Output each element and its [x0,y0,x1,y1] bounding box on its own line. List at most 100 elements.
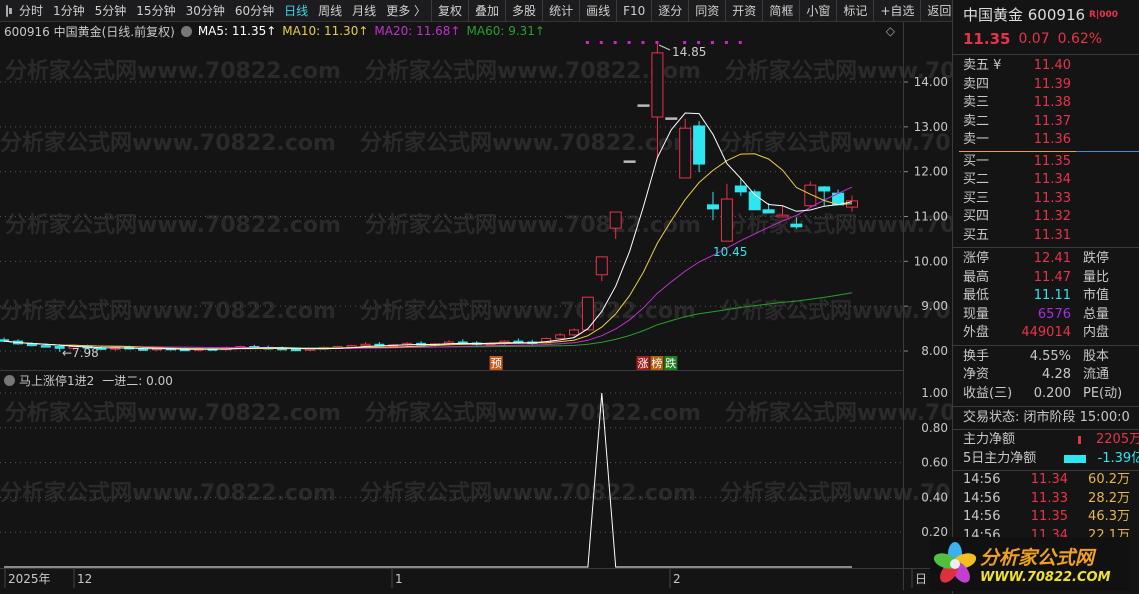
stat-label-2: 内盘 [1083,325,1110,340]
stat-label: 净资 [963,367,990,382]
timeframe-tab-8[interactable]: 月线 [347,0,381,22]
candle [623,160,636,163]
timeframe-tab-5[interactable]: 60分钟 [230,0,279,22]
ask-label: 卖四 [963,76,990,92]
bid-label: 买三 [963,190,990,206]
watermark-text: 分析家公式网www.70822.com [5,58,341,84]
price-axis-label: 11.00 [914,210,948,224]
stats-row: 最低 11.11 市值 [953,287,1139,306]
limit-up-dot [641,41,645,44]
toolbar-button-4[interactable]: 画线 [579,0,616,22]
stats2-list: 换手 4.55% 股本 净资 4.28 流通 收益(三) 0.200 PE(动) [953,348,1139,404]
candle [555,333,566,340]
stat-value: 449014 [1021,325,1071,340]
ask-label: 卖一 [963,132,990,147]
toolbar-button-12[interactable]: +自选 [873,0,920,22]
watermark-text: 分析家公式网www.70822.com [360,130,696,156]
ask-price: 11.37 [1033,113,1071,129]
logo-text: 分析家公式网 [980,547,1095,569]
bid-label: 买五 [963,227,990,243]
marker-bang: 榜 [651,356,662,370]
stat-value: 11.11 [1033,288,1071,303]
stat-label: 外盘 [963,325,990,340]
diamond-icon[interactable]: ◇ [886,24,895,38]
toolbar-button-10[interactable]: 小窗 [799,0,836,22]
candle [707,191,719,221]
timeframe-tab-7[interactable]: 周线 [313,0,347,22]
date-label: 2025年 [8,572,51,586]
date-label: 2 [673,572,681,586]
toolbar-button-9[interactable]: 简框 [762,0,799,22]
tick-volume: 28.2万 [1088,490,1130,506]
limit-up-dot [711,41,714,44]
indicator-menu-icon[interactable] [4,375,15,386]
limit-up-dot [627,41,631,44]
bids-row: 买三 11.33 [953,190,1139,209]
bids-row: 买四 11.32 [953,208,1139,227]
limit-up-dot [655,41,659,44]
kline-chart[interactable]: 分析家公式网www.70822.com 分析家公式网www.70822.com 分析… [0,0,952,594]
asks-row: 卖五 ¥ 11.40 [953,57,1139,76]
indicator-header: 马上涨停1进2 一进二: 0.00 [4,372,173,389]
toolbar-button-3[interactable]: 统计 [542,0,579,22]
sidebar-toggle-icon[interactable] [6,4,12,17]
axis-divider [903,22,904,590]
flower-logo-icon [933,542,977,583]
stat-label-2: 股本 [1083,348,1110,364]
ma5-value: MA5: 11.35↑ [197,24,277,38]
limit-up-dot [738,41,742,44]
flow-value: -1.39亿 [1097,450,1139,466]
stats-row: 现量 6576 总量 [953,306,1139,325]
timeframe-tab-9[interactable]: 更多 〉 [381,0,431,22]
stats2-row: 收益(三) 0.200 PE(动) [953,385,1139,404]
flow-value: 2205万 [1096,432,1139,447]
ask-list: 卖五 ¥ 11.40 卖四 11.39 卖三 11.38 卖二 11.37 卖一 11.36 [953,55,1139,150]
ticks-row: 14:56 11.33 28.2万 [953,490,1139,509]
limit-up-dot [683,41,687,44]
indicator-axis-label: 0.40 [921,490,948,504]
timeframe-tab-0[interactable]: 分时 [14,0,48,22]
indicator-title: 马上涨停1进2 [19,374,95,388]
bid-label: 买二 [963,172,990,187]
limit-up-dot [697,41,701,44]
dropdown-circle-icon[interactable] [180,25,192,37]
toolbar-button-0[interactable]: 复权 [431,0,468,22]
toolbar-button-1[interactable]: 叠加 [468,0,505,22]
toolbar-button-5[interactable]: F10 [616,0,651,22]
watermark-text: 分析家公式网www.70822.com [365,58,701,84]
price-axis-label: 12.00 [914,165,948,179]
price-axis-label: 10.00 [914,254,948,268]
candle [748,189,761,211]
watermark-text: 分析家公式网www.70822.com [720,480,952,506]
asks-row: 卖二 11.37 [953,113,1139,132]
site-logo: 分析家公式网 WWW.70822.COM [930,537,1130,591]
stat-label: 最低 [963,288,990,303]
watermark-text: 分析家公式网www.70822.com [360,298,696,324]
toolbar-button-6[interactable]: 逐分 [651,0,688,22]
toolbar-button-8[interactable]: 开资 [725,0,762,22]
stats-row: 涨停 12.41 跌停 [953,250,1139,269]
candle [679,118,692,179]
timeframe-tab-1[interactable]: 1分钟 [48,0,90,22]
bid-label: 买一 [963,153,990,169]
timeframe-tab-2[interactable]: 5分钟 [90,0,132,22]
candle [734,177,747,196]
date-label: 12 [77,572,92,586]
stats-row: 最高 11.47 量比 [953,269,1139,288]
stat-label: 收益(三) [963,385,1013,401]
toolbar-button-2[interactable]: 多股 [505,0,542,22]
timeframe-tab-6[interactable]: 日线 [279,0,313,22]
timeframe-tab-4[interactable]: 30分钟 [181,0,230,22]
watermark-text: 分析家公式网www.70822.com [0,130,336,156]
timeframe-tab-3[interactable]: 15分钟 [131,0,180,22]
ticks-row: 14:56 11.34 60.2万 [953,471,1139,490]
tick-time: 14:56 [963,509,1001,524]
toolbar-button-11[interactable]: 标记 [836,0,873,22]
flow-bar [1064,454,1086,463]
price-axis-label: 8.00 [921,344,948,358]
asks-row: 卖一 11.36 [953,131,1139,150]
bid-label: 买四 [963,209,990,224]
watermark-text: 分析家公式网www.70822.com [0,480,336,506]
flow-row: 主力净额 2205万 [953,431,1139,450]
toolbar-button-7[interactable]: 同资 [688,0,725,22]
